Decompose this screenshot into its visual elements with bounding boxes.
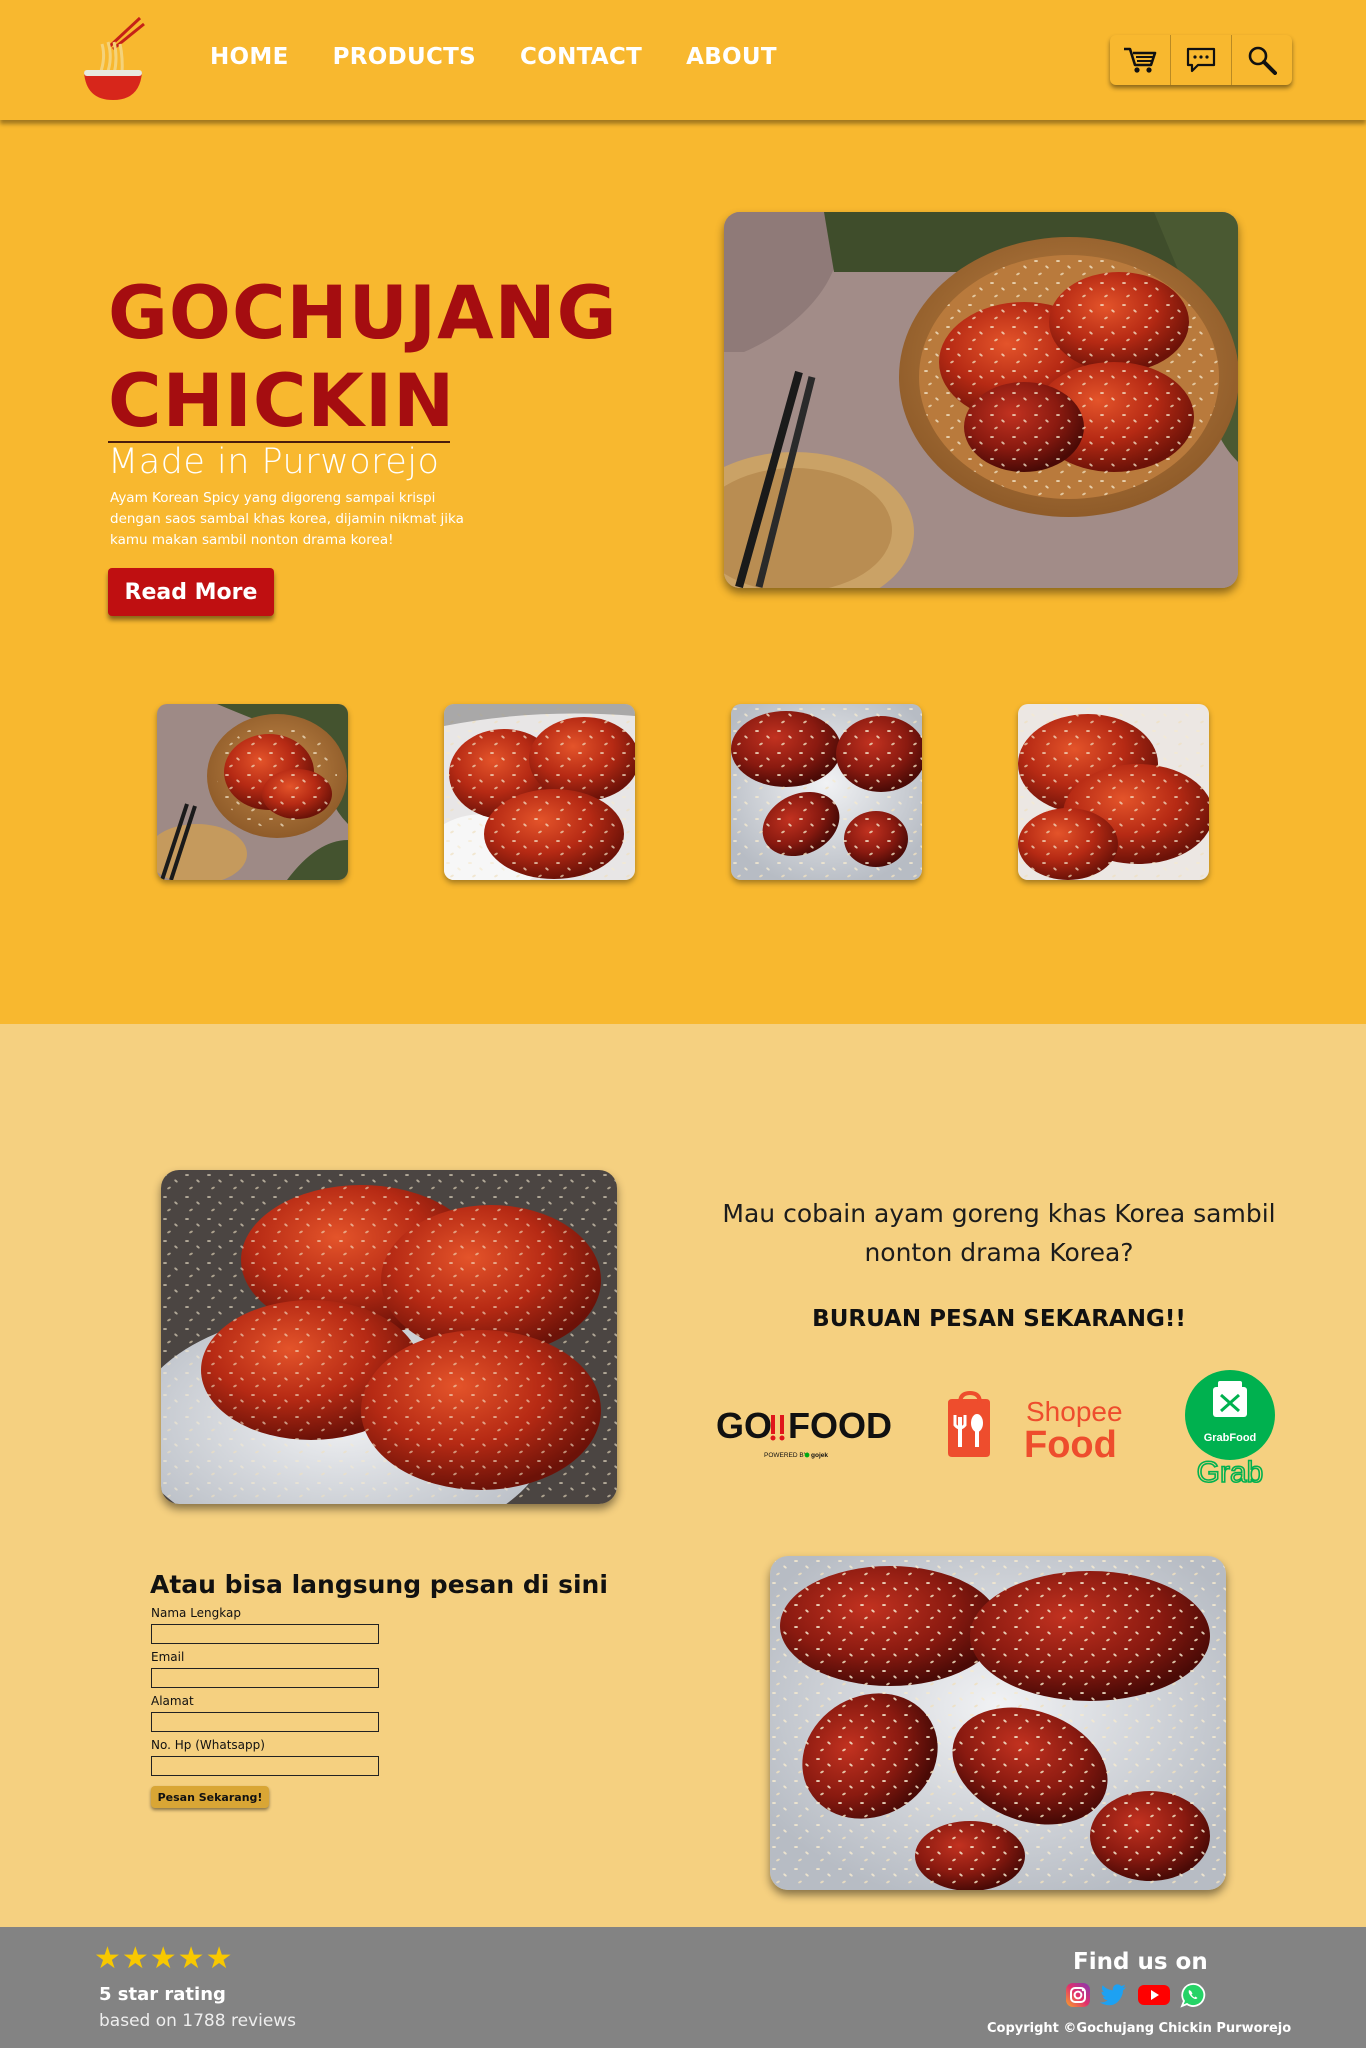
nav-products[interactable]: PRODUCTS bbox=[333, 44, 476, 70]
hero-food-photo bbox=[724, 212, 1238, 588]
site-header: HOME PRODUCTS CONTACT ABOUT bbox=[0, 0, 1366, 120]
instagram-icon[interactable] bbox=[1065, 1982, 1091, 2012]
order-section: Mau cobain ayam goreng khas Korea sambil… bbox=[0, 1024, 1366, 1927]
grabfood-logo[interactable]: GrabFood Grab bbox=[1183, 1369, 1277, 1490]
address-input[interactable] bbox=[151, 1712, 379, 1732]
gallery-thumb-1[interactable] bbox=[157, 704, 348, 880]
gallery-thumb-4[interactable] bbox=[1018, 704, 1209, 880]
star-rating-icon: ★★★★★ bbox=[94, 1941, 234, 1976]
hero-section: GOCHUJANG CHICKIN Made in Purworejo Ayam… bbox=[0, 120, 1366, 1024]
social-links bbox=[1065, 1982, 1206, 2012]
nav-home[interactable]: HOME bbox=[210, 44, 289, 70]
svg-text:Shopee: Shopee bbox=[1026, 1396, 1123, 1427]
rating-title: 5 star rating bbox=[99, 1984, 226, 2005]
svg-text:Food: Food bbox=[1024, 1424, 1117, 1461]
shopeefood-logo[interactable]: Shopee Food bbox=[944, 1389, 1126, 1466]
hero-description: Ayam Korean Spicy yang digoreng sampai k… bbox=[110, 490, 464, 548]
promo-question: Mau cobain ayam goreng khas Korea sambil… bbox=[722, 1199, 1276, 1267]
whatsapp-icon[interactable] bbox=[1180, 1982, 1206, 2012]
svg-text:gojek: gojek bbox=[811, 1452, 828, 1459]
header-icon-group bbox=[1110, 35, 1292, 85]
noodle-bowl-icon[interactable] bbox=[80, 16, 146, 106]
svg-text:FOOD: FOOD bbox=[788, 1405, 892, 1446]
promo-food-photo bbox=[161, 1170, 617, 1504]
email-label: Email bbox=[151, 1650, 185, 1664]
hero-title-line2: CHICKIN bbox=[108, 359, 456, 444]
full-name-input[interactable] bbox=[151, 1624, 379, 1644]
svg-text:GrabFood: GrabFood bbox=[1204, 1432, 1257, 1444]
read-more-button[interactable]: Read More bbox=[108, 568, 274, 616]
svg-text:Grab: Grab bbox=[1197, 1456, 1264, 1487]
phone-label: No. Hp (Whatsapp) bbox=[151, 1738, 265, 1752]
gallery-thumb-3[interactable] bbox=[731, 704, 922, 880]
order-form-title: Atau bisa langsung pesan di sini bbox=[150, 1570, 608, 1599]
twitter-icon[interactable] bbox=[1099, 1982, 1128, 2012]
gallery-thumb-2[interactable] bbox=[444, 704, 635, 880]
site-footer: ★★★★★ 5 star rating based on 1788 review… bbox=[0, 1927, 1366, 2048]
nav-about[interactable]: ABOUT bbox=[686, 44, 777, 70]
search-icon[interactable] bbox=[1232, 35, 1292, 85]
main-nav: HOME PRODUCTS CONTACT ABOUT bbox=[210, 44, 777, 70]
find-us-heading: Find us on bbox=[1073, 1949, 1208, 1975]
order-submit-button[interactable]: Pesan Sekarang! bbox=[151, 1786, 269, 1808]
hero-subtitle: Made in Purworejo bbox=[108, 442, 440, 482]
nav-contact[interactable]: CONTACT bbox=[520, 44, 642, 70]
rating-review-count: based on 1788 reviews bbox=[99, 2011, 297, 2031]
phone-input[interactable] bbox=[151, 1756, 379, 1776]
full-name-label: Nama Lengkap bbox=[151, 1606, 241, 1620]
hero-title-line1: GOCHUJANG bbox=[108, 271, 618, 356]
svg-text:GO: GO bbox=[716, 1405, 772, 1446]
copyright-text: Copyright ©Gochujang Chickin Purworejo bbox=[987, 2021, 1292, 2036]
email-input[interactable] bbox=[151, 1668, 379, 1688]
hero-title: GOCHUJANG CHICKIN bbox=[108, 270, 618, 446]
gofood-logo[interactable]: GO FOOD POWERED BY gojek bbox=[714, 1402, 894, 1466]
youtube-icon[interactable] bbox=[1137, 1983, 1171, 2011]
address-label: Alamat bbox=[151, 1694, 194, 1708]
cart-icon[interactable] bbox=[1110, 35, 1171, 85]
svg-text:POWERED BY: POWERED BY bbox=[764, 1452, 809, 1459]
chat-icon[interactable] bbox=[1171, 35, 1232, 85]
promo-cta: BURUAN PESAN SEKARANG!! bbox=[812, 1306, 1186, 1332]
form-food-photo bbox=[770, 1556, 1226, 1890]
